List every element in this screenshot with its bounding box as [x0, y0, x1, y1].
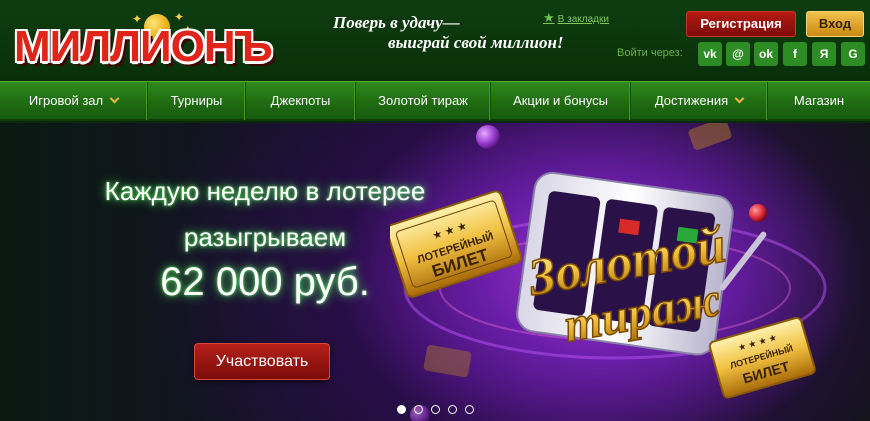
- star-icon: ★: [543, 10, 555, 25]
- register-button[interactable]: Регистрация: [686, 11, 796, 37]
- chevron-down-icon: [109, 93, 120, 104]
- mail-icon[interactable]: @: [726, 42, 750, 66]
- slogan-line-1: Поверь в удачу—: [333, 13, 460, 32]
- odnoklassniki-icon[interactable]: ok: [754, 42, 778, 66]
- carousel-dot[interactable]: [397, 405, 406, 414]
- nav-item-label: Достижения: [654, 93, 729, 108]
- site-header: ✦ ✦ ✦ МИЛЛИОНЪ Поверь в удачу— выиграй с…: [0, 0, 870, 81]
- nav-item-label: Турниры: [170, 93, 223, 108]
- ticket-fragment: [688, 123, 732, 151]
- bookmark-label: В закладки: [557, 14, 609, 25]
- golden-draw-illustration: Золотой тираж ★ ★ ★ ЛОТЕРЕЙНЫЙ БИЛЕТ ★ ★…: [390, 123, 827, 421]
- nav-item-achievements[interactable]: Достижения: [631, 82, 768, 120]
- nav-item-label: Магазин: [793, 93, 845, 108]
- facebook-icon[interactable]: f: [783, 42, 807, 66]
- ticket-fragment: [423, 345, 472, 378]
- carousel-dot[interactable]: [414, 405, 423, 414]
- nav-item-label: Игровой зал: [28, 93, 104, 108]
- carousel-pagination: [397, 405, 474, 414]
- nav-item-jackpots[interactable]: Джекпоты: [246, 82, 356, 120]
- lottery-ball-icon: [476, 125, 500, 149]
- lever-knob-icon: [749, 204, 767, 222]
- hero-banner: Каждую неделю в лотерее разыгрываем 62 0…: [0, 123, 870, 421]
- participate-button[interactable]: Участвовать: [194, 343, 330, 380]
- vk-icon[interactable]: vk: [698, 42, 722, 66]
- slogan-line-2: выиграй свой миллион!: [388, 33, 564, 52]
- carousel-dot[interactable]: [448, 405, 457, 414]
- lottery-ticket-icon: ★ ★ ★ ЛОТЕРЕЙНЫЙ БИЛЕТ: [390, 190, 523, 298]
- main-nav: Игровой зал Турниры Джекпоты Золотой тир…: [0, 81, 870, 121]
- nav-item-label: Джекпоты: [270, 93, 331, 108]
- site-logo[interactable]: ✦ ✦ ✦ МИЛЛИОНЪ: [14, 10, 284, 72]
- nav-item-label: Золотой тираж: [378, 93, 468, 108]
- nav-item-golden-draw[interactable]: Золотой тираж: [356, 82, 491, 120]
- login-button[interactable]: Вход: [806, 11, 864, 37]
- nav-item-promotions[interactable]: Акции и бонусы: [491, 82, 631, 120]
- google-icon[interactable]: G: [841, 42, 865, 66]
- nav-item-shop[interactable]: Магазин: [768, 82, 870, 120]
- chevron-down-icon: [734, 93, 745, 104]
- logo-wordmark: МИЛЛИОНЪ: [14, 22, 273, 71]
- bookmark-link[interactable]: ★ В закладки: [543, 10, 609, 26]
- nav-item-game-hall[interactable]: Игровой зал: [0, 82, 148, 120]
- login-via-label: Войти через:: [617, 47, 683, 59]
- nav-item-label: Акции и бонусы: [513, 93, 608, 108]
- carousel-dot[interactable]: [431, 405, 440, 414]
- nav-item-tournaments[interactable]: Турниры: [148, 82, 246, 120]
- carousel-dot[interactable]: [465, 405, 474, 414]
- yandex-icon[interactable]: Я: [812, 42, 836, 66]
